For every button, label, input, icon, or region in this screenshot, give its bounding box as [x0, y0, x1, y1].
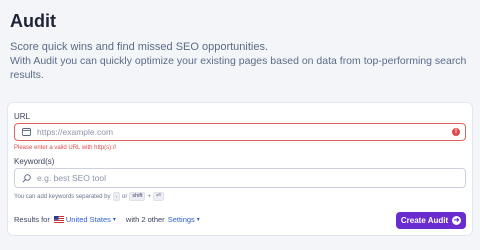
page-header: Audit Score quick wins and find missed S… [10, 10, 472, 82]
subtitle-line-1: Score quick wins and find missed SEO opp… [10, 41, 269, 53]
keyword-hint: You can add keywords separated by , or s… [14, 192, 164, 201]
enter-key: ⏎ [153, 192, 164, 201]
url-label: URL [14, 112, 31, 121]
hint-or: or [122, 193, 128, 200]
keyword-field[interactable] [14, 168, 466, 188]
page-subtitle: Score quick wins and find missed SEO opp… [10, 40, 472, 82]
browser-window-icon [21, 127, 31, 137]
country-label: United States [65, 215, 111, 224]
keyword-label: Keyword(s) [14, 157, 55, 166]
shift-key: shift [129, 192, 146, 201]
settings-link[interactable]: Settings ▾ [168, 215, 200, 224]
error-icon: ! [452, 128, 460, 136]
hint-text: You can add keywords separated by [14, 193, 111, 200]
chevron-down-icon: ▾ [196, 217, 200, 223]
audit-form-card: URL ! Please enter a valid URL with http… [7, 102, 473, 236]
keyword-input[interactable] [37, 173, 465, 183]
us-flag-icon [53, 216, 64, 223]
chevron-down-icon: ▾ [112, 217, 116, 223]
page-title: Audit [10, 11, 56, 31]
results-for-label: Results for [14, 215, 50, 224]
with-other-label: with 2 other [125, 215, 165, 224]
arrow-right-circle-icon: ➜ [452, 216, 462, 225]
url-field[interactable]: ! [14, 123, 466, 141]
search-icon [21, 173, 31, 183]
country-select[interactable]: United States ▾ [66, 215, 116, 224]
create-audit-button[interactable]: Create Audit ➜ [396, 212, 466, 229]
url-input[interactable] [37, 127, 465, 137]
hint-plus: + [147, 193, 151, 200]
settings-label: Settings [167, 215, 195, 224]
url-error-message: Please enter a valid URL with http(s):// [14, 145, 117, 151]
comma-key: , [112, 192, 121, 201]
subtitle-line-2: With Audit you can quickly optimize your… [10, 55, 467, 81]
create-audit-label: Create Audit [400, 216, 449, 225]
results-settings: Results for United States ▾ with 2 other… [14, 215, 200, 224]
